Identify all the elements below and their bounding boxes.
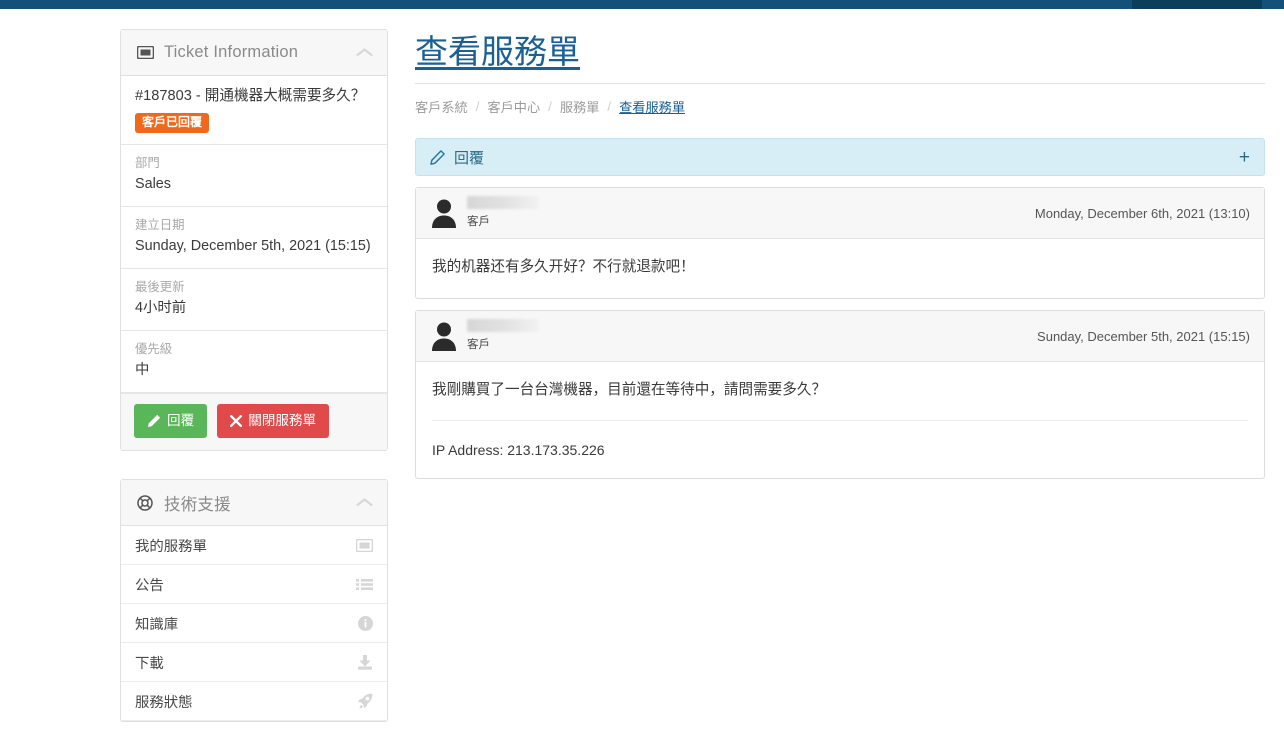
chevron-up-icon[interactable] xyxy=(356,47,373,58)
message-author: 客戶 xyxy=(467,319,1037,353)
field-label: 部門 xyxy=(135,156,160,170)
page-title: 查看服務單 xyxy=(415,33,580,70)
field-value: Sunday, December 5th, 2021 (15:15) xyxy=(135,238,371,254)
ticket-information-header[interactable]: Ticket Information xyxy=(121,30,387,76)
message-timestamp: Sunday, December 5th, 2021 (15:15) xyxy=(1037,328,1250,344)
field-label: 優先級 xyxy=(135,342,173,356)
ticket-icon xyxy=(135,44,155,62)
breadcrumb-item-3[interactable]: 服務單 xyxy=(560,97,600,116)
sidebar: Ticket Information #187803 - 開通機器大概需要多久？… xyxy=(120,29,388,750)
close-icon xyxy=(230,415,243,427)
message-item: 客戶 Monday, December 6th, 2021 (13:10) 我的… xyxy=(415,187,1265,299)
field-label: 最後更新 xyxy=(135,280,185,294)
sidebar-item-label: 我的服務單 xyxy=(135,538,207,555)
sidebar-item-label: 下載 xyxy=(135,655,164,672)
reply-panel-toggle[interactable]: 回覆 + xyxy=(415,138,1265,176)
breadcrumb-separator: / xyxy=(548,99,552,114)
rocket-icon xyxy=(357,693,373,709)
sidebar-item-label: 服務狀態 xyxy=(135,694,193,711)
ticket-field-created: 建立日期 Sunday, December 5th, 2021 (15:15) xyxy=(121,207,387,269)
breadcrumb-separator: / xyxy=(475,99,480,114)
plus-icon[interactable]: + xyxy=(1239,148,1250,167)
breadcrumb-item-1[interactable]: 客戶系統 xyxy=(415,97,468,116)
list-icon xyxy=(356,578,373,591)
ticket-summary-row: #187803 - 開通機器大概需要多久？ 客戶已回覆 xyxy=(121,76,387,145)
life-ring-icon xyxy=(135,494,155,512)
ticket-field-department: 部門 Sales xyxy=(121,145,387,207)
close-ticket-button[interactable]: 關閉服務單 xyxy=(217,404,330,438)
ticket-field-priority: 優先級 中 xyxy=(121,331,387,393)
message-body: 我剛購買了一台台灣機器，目前還在等待中，請問需要多久？ IP Address: … xyxy=(416,362,1264,478)
ticket-field-updated: 最後更新 4小时前 xyxy=(121,269,387,331)
reply-button-label: 回覆 xyxy=(167,413,195,428)
top-accent-bar xyxy=(0,0,1284,9)
ticket-icon xyxy=(356,538,373,552)
technical-support-header[interactable]: 技術支援 xyxy=(121,480,387,526)
user-avatar-icon xyxy=(430,321,458,351)
breadcrumb-item-current[interactable]: 查看服務單 xyxy=(619,97,685,116)
sidebar-item-knowledgebase[interactable]: 知識庫 xyxy=(121,604,387,643)
technical-support-panel: 技術支援 我的服務單 公告 知識庫 下載 服務狀態 xyxy=(120,479,388,722)
redacted-username xyxy=(467,196,539,209)
pencil-icon xyxy=(430,149,445,165)
sidebar-item-label: 公告 xyxy=(135,577,164,594)
message-text: 我的机器还有多久开好？不行就退款吧！ xyxy=(432,259,695,275)
ticket-subject: #187803 - 開通機器大概需要多久？ xyxy=(135,88,366,104)
message-author-role: 客戶 xyxy=(467,216,490,228)
field-value: 4小时前 xyxy=(135,300,187,316)
breadcrumb-item-2[interactable]: 客戶中心 xyxy=(487,97,540,116)
main-content: 查看服務單 客戶系統 / 客戶中心 / 服務單 / 查看服務單 回覆 + 客戶 … xyxy=(415,29,1265,479)
technical-support-title: 技術支援 xyxy=(164,495,231,514)
reply-panel-label: 回覆 xyxy=(454,149,485,167)
top-accent-bar-segment xyxy=(1132,0,1262,9)
message-author: 客戶 xyxy=(467,196,1035,230)
field-label: 建立日期 xyxy=(135,218,185,232)
message-text: 我剛購買了一台台灣機器，目前還在等待中，請問需要多久？ xyxy=(432,382,827,398)
ticket-actions: 回覆 關閉服務單 xyxy=(121,393,387,450)
info-circle-icon xyxy=(358,615,373,631)
reply-button[interactable]: 回覆 xyxy=(134,404,208,438)
sidebar-item-downloads[interactable]: 下載 xyxy=(121,643,387,682)
redacted-username xyxy=(467,319,539,332)
sidebar-item-announcements[interactable]: 公告 xyxy=(121,565,387,604)
field-value: 中 xyxy=(135,362,150,378)
message-ip-address: IP Address: 213.173.35.226 xyxy=(432,442,605,458)
ticket-information-title: Ticket Information xyxy=(164,43,299,61)
close-ticket-button-label: 關閉服務單 xyxy=(248,413,317,428)
breadcrumb: 客戶系統 / 客戶中心 / 服務單 / 查看服務單 xyxy=(415,84,1265,116)
message-author-role: 客戶 xyxy=(467,339,490,351)
chevron-up-icon[interactable] xyxy=(356,497,373,508)
field-value: Sales xyxy=(135,176,171,192)
sidebar-item-my-tickets[interactable]: 我的服務單 xyxy=(121,526,387,565)
download-icon xyxy=(357,654,373,670)
sidebar-item-service-status[interactable]: 服務狀態 xyxy=(121,682,387,721)
ticket-information-panel: Ticket Information #187803 - 開通機器大概需要多久？… xyxy=(120,29,388,451)
message-header: 客戶 Monday, December 6th, 2021 (13:10) xyxy=(416,188,1264,239)
breadcrumb-separator: / xyxy=(607,99,612,114)
status-badge: 客戶已回覆 xyxy=(135,113,210,133)
pencil-icon xyxy=(147,414,161,428)
message-item: 客戶 Sunday, December 5th, 2021 (15:15) 我剛… xyxy=(415,310,1265,479)
message-timestamp: Monday, December 6th, 2021 (13:10) xyxy=(1034,205,1250,221)
user-avatar-icon xyxy=(430,198,458,228)
sidebar-item-label: 知識庫 xyxy=(135,616,179,633)
message-body: 我的机器还有多久开好？不行就退款吧！ xyxy=(416,239,1264,298)
message-header: 客戶 Sunday, December 5th, 2021 (15:15) xyxy=(416,311,1264,362)
